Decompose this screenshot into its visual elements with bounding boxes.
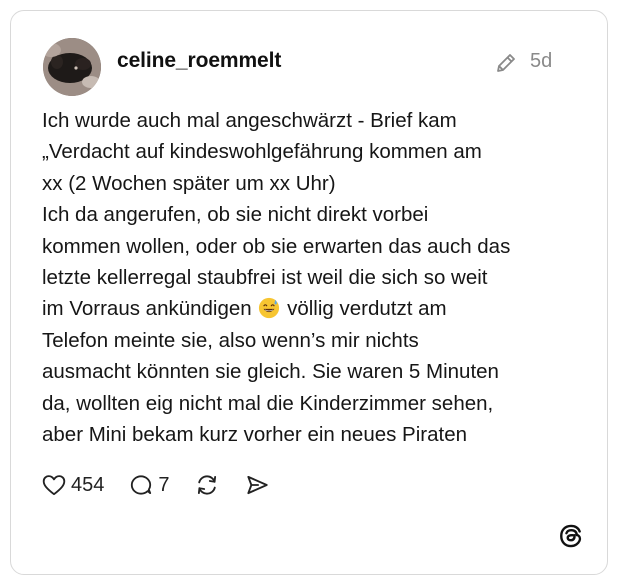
grinning-sweat-emoji-icon: [259, 298, 280, 319]
post-line: xx (2 Wochen später um xx Uhr): [42, 171, 336, 195]
post-line: aber Mini bekam kurz vorher ein neues Pi…: [42, 423, 468, 447]
avatar-image: [43, 38, 101, 96]
post-line: Telefon meinte sie, also wenn’s mir nich…: [42, 328, 419, 352]
comment-icon: [131, 475, 152, 495]
post-line: „Verdacht auf kindeswohlgefährung kommen…: [42, 140, 482, 164]
repost-icon: [197, 475, 216, 495]
like-button[interactable]: 454: [41, 472, 104, 498]
post-line: letzte kellerregal staubfrei ist weil di…: [42, 266, 488, 290]
post-line-part: im Vorraus ankündigen: [42, 297, 252, 321]
avatar[interactable]: [43, 38, 101, 96]
username[interactable]: celine_roemmelt: [117, 49, 281, 73]
comment-button[interactable]: 7: [128, 472, 170, 498]
repost-button[interactable]: [194, 472, 220, 498]
share-icon: [246, 475, 268, 495]
post-timestamp: 5d: [530, 50, 553, 72]
post-line: ausmacht könnten sie gleich. Sie waren 5…: [42, 360, 499, 384]
post-line: Ich wurde auch mal angeschwärzt - Brief …: [42, 109, 457, 132]
like-count: 454: [71, 473, 105, 496]
post-line: kommen wollen, oder ob sie erwarten das …: [42, 234, 511, 258]
post-line: Ich da angerufen, ob sie nicht direkt vo…: [42, 203, 429, 227]
threads-logo-icon[interactable]: [558, 523, 584, 549]
post-line: im Vorraus ankündigen völlig verdutzt am: [42, 293, 592, 324]
post-card: celine_roemmelt 5d Ich wurde auch mal an…: [10, 10, 608, 575]
heart-icon: [42, 475, 66, 496]
post-text: Ich wurde auch mal angeschwärzt - Brief …: [42, 105, 592, 450]
post-line: da, wollten eig nicht mal die Kinderzimm…: [42, 391, 494, 415]
action-bar: 454 7: [41, 469, 294, 501]
share-button[interactable]: [244, 472, 270, 498]
comment-count: 7: [158, 473, 170, 496]
post-line-part: völlig verdutzt am: [287, 297, 447, 321]
pencil-icon[interactable]: [494, 51, 518, 75]
